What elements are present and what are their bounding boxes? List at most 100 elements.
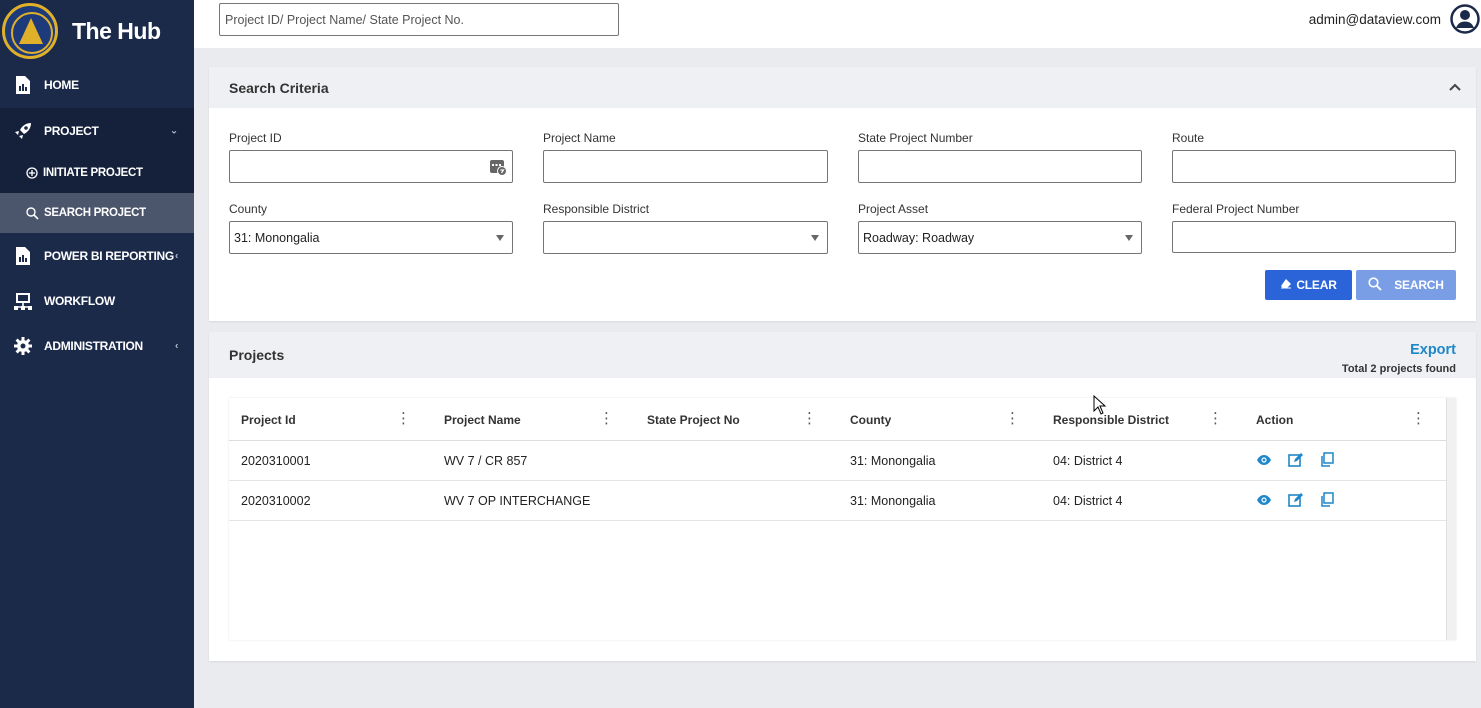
gear-icon	[14, 336, 32, 355]
user-email[interactable]: admin@dataview.com	[1309, 12, 1441, 27]
column-header-county[interactable]: County	[850, 398, 891, 441]
sidebar-item-administration[interactable]: ADMINISTRATION ‹	[0, 323, 194, 368]
search-icon	[1368, 276, 1382, 294]
projects-header: Projects Export Total 2 projects found	[209, 332, 1476, 378]
column-header-responsible-district[interactable]: Responsible District	[1053, 398, 1169, 441]
clear-button[interactable]: CLEAR	[1265, 270, 1352, 300]
project-name-input[interactable]	[543, 150, 828, 183]
chevron-down-icon: ⌄	[169, 125, 178, 136]
cell-county: 31: Monongalia	[850, 454, 936, 468]
federal-project-number-input[interactable]	[1172, 221, 1456, 253]
project-asset-value: Roadway: Roadway	[863, 230, 975, 245]
table-row[interactable]: 2020310002 WV 7 OP INTERCHANGE 31: Monon…	[229, 481, 1456, 521]
view-eye-icon[interactable]	[1256, 454, 1272, 469]
sidebar-item-project[interactable]: PROJECT ⌄	[0, 108, 194, 153]
report-icon	[14, 246, 32, 265]
edit-icon[interactable]	[1288, 492, 1304, 510]
row-actions	[1256, 481, 1334, 521]
chevron-left-icon: ‹	[174, 340, 178, 351]
route-label: Route	[1172, 131, 1205, 145]
project-id-label: Project ID	[229, 131, 282, 145]
column-menu-icon[interactable]: ⋮	[396, 411, 411, 426]
search-criteria-header[interactable]: Search Criteria	[209, 67, 1476, 108]
brand[interactable]: The Hub	[0, 0, 194, 62]
search-button[interactable]: SEARCH	[1356, 270, 1456, 300]
project-asset-select[interactable]: Roadway: Roadway	[858, 221, 1142, 254]
search-criteria-panel: Search Criteria Project ID Project Name …	[209, 67, 1476, 321]
route-input[interactable]	[1172, 150, 1456, 183]
report-icon	[14, 76, 32, 94]
projects-table: Project Id ⋮ Project Name ⋮ State Projec…	[229, 398, 1456, 640]
column-header-action[interactable]: Action	[1256, 398, 1293, 441]
column-header-project-name[interactable]: Project Name	[444, 398, 521, 441]
cell-project-name: WV 7 / CR 857	[444, 454, 528, 468]
sidebar-item-label: WORKFLOW	[44, 293, 115, 308]
cell-county: 31: Monongalia	[850, 494, 936, 508]
app-title: The Hub	[72, 17, 161, 44]
sidebar-item-label: HOME	[44, 78, 79, 92]
copy-icon[interactable]	[1320, 452, 1334, 470]
state-project-number-label: State Project Number	[858, 131, 973, 145]
search-icon	[26, 206, 39, 220]
cell-district: 04: District 4	[1053, 494, 1123, 508]
federal-project-number-label: Federal Project Number	[1172, 202, 1300, 216]
mouse-cursor-icon	[1093, 394, 1107, 420]
table-header: Project Id ⋮ Project Name ⋮ State Projec…	[229, 398, 1456, 441]
panel-title: Search Criteria	[229, 79, 329, 96]
user-avatar-icon[interactable]	[1450, 4, 1480, 34]
sidebar-item-label: SEARCH PROJECT	[44, 207, 146, 219]
state-project-number-input[interactable]	[858, 150, 1142, 183]
sidebar-item-workflow[interactable]: WORKFLOW	[0, 278, 194, 323]
row-actions	[1256, 441, 1334, 481]
project-name-label: Project Name	[543, 131, 616, 145]
top-bar: admin@dataview.com	[194, 0, 1481, 48]
eraser-icon	[1280, 278, 1292, 292]
sidebar-item-home[interactable]: HOME	[0, 62, 194, 108]
sidebar-item-label: PROJECT	[44, 123, 99, 138]
cell-project-id: 2020310002	[241, 494, 311, 508]
view-eye-icon[interactable]	[1256, 494, 1272, 509]
sidebar-item-power-bi-reporting[interactable]: POWER BI REPORTING ‹	[0, 233, 194, 278]
column-menu-icon[interactable]: ⋮	[1208, 411, 1223, 426]
county-value: 31: Monongalia	[234, 230, 320, 245]
cell-project-id: 2020310001	[241, 454, 311, 468]
project-id-input[interactable]	[229, 150, 513, 183]
county-select[interactable]: 31: Monongalia	[229, 221, 513, 254]
projects-panel: Projects Export Total 2 projects found P…	[209, 332, 1476, 661]
table-scrollbar[interactable]	[1446, 398, 1456, 640]
copy-icon[interactable]	[1320, 492, 1334, 510]
county-label: County	[229, 202, 268, 216]
state-seal-logo	[2, 3, 58, 59]
dropdown-arrow-icon	[811, 235, 819, 241]
project-asset-label: Project Asset	[858, 202, 929, 216]
sidebar-item-search-project[interactable]: SEARCH PROJECT	[0, 193, 194, 233]
export-link[interactable]: Export	[1410, 342, 1456, 358]
total-count: Total 2 projects found	[1341, 363, 1456, 375]
sidebar-item-label: ADMINISTRATION	[44, 338, 143, 353]
responsible-district-select[interactable]	[543, 221, 828, 254]
calendar-icon[interactable]	[489, 158, 507, 179]
panel-title: Projects	[229, 347, 285, 363]
chevron-left-icon: ‹	[174, 250, 178, 261]
column-menu-icon[interactable]: ⋮	[599, 411, 614, 426]
global-search-input[interactable]	[219, 3, 619, 36]
network-icon	[14, 292, 32, 310]
column-header-state-project-no[interactable]: State Project No	[647, 398, 740, 441]
sidebar-item-initiate-project[interactable]: INITIATE PROJECT	[0, 153, 194, 193]
column-menu-icon[interactable]: ⋮	[802, 411, 817, 426]
column-menu-icon[interactable]: ⋮	[1411, 411, 1426, 426]
table-row[interactable]: 2020310001 WV 7 / CR 857 31: Monongalia …	[229, 441, 1456, 481]
plus-circle-icon	[26, 167, 38, 179]
responsible-district-label: Responsible District	[543, 202, 650, 216]
search-button-label: SEARCH	[1394, 278, 1444, 292]
rocket-icon	[14, 122, 32, 140]
chevron-up-icon[interactable]	[1448, 79, 1462, 95]
sidebar-item-label: POWER BI REPORTING	[44, 248, 174, 263]
clear-button-label: CLEAR	[1296, 278, 1337, 292]
column-header-project-id[interactable]: Project Id	[241, 398, 296, 441]
edit-icon[interactable]	[1288, 452, 1304, 470]
sidebar-item-label: INITIATE PROJECT	[43, 167, 143, 179]
column-menu-icon[interactable]: ⋮	[1005, 411, 1020, 426]
cell-project-name: WV 7 OP INTERCHANGE	[444, 494, 591, 508]
sidebar: The Hub HOME PROJECT ⌄ INITIATE PROJECT …	[0, 0, 194, 708]
